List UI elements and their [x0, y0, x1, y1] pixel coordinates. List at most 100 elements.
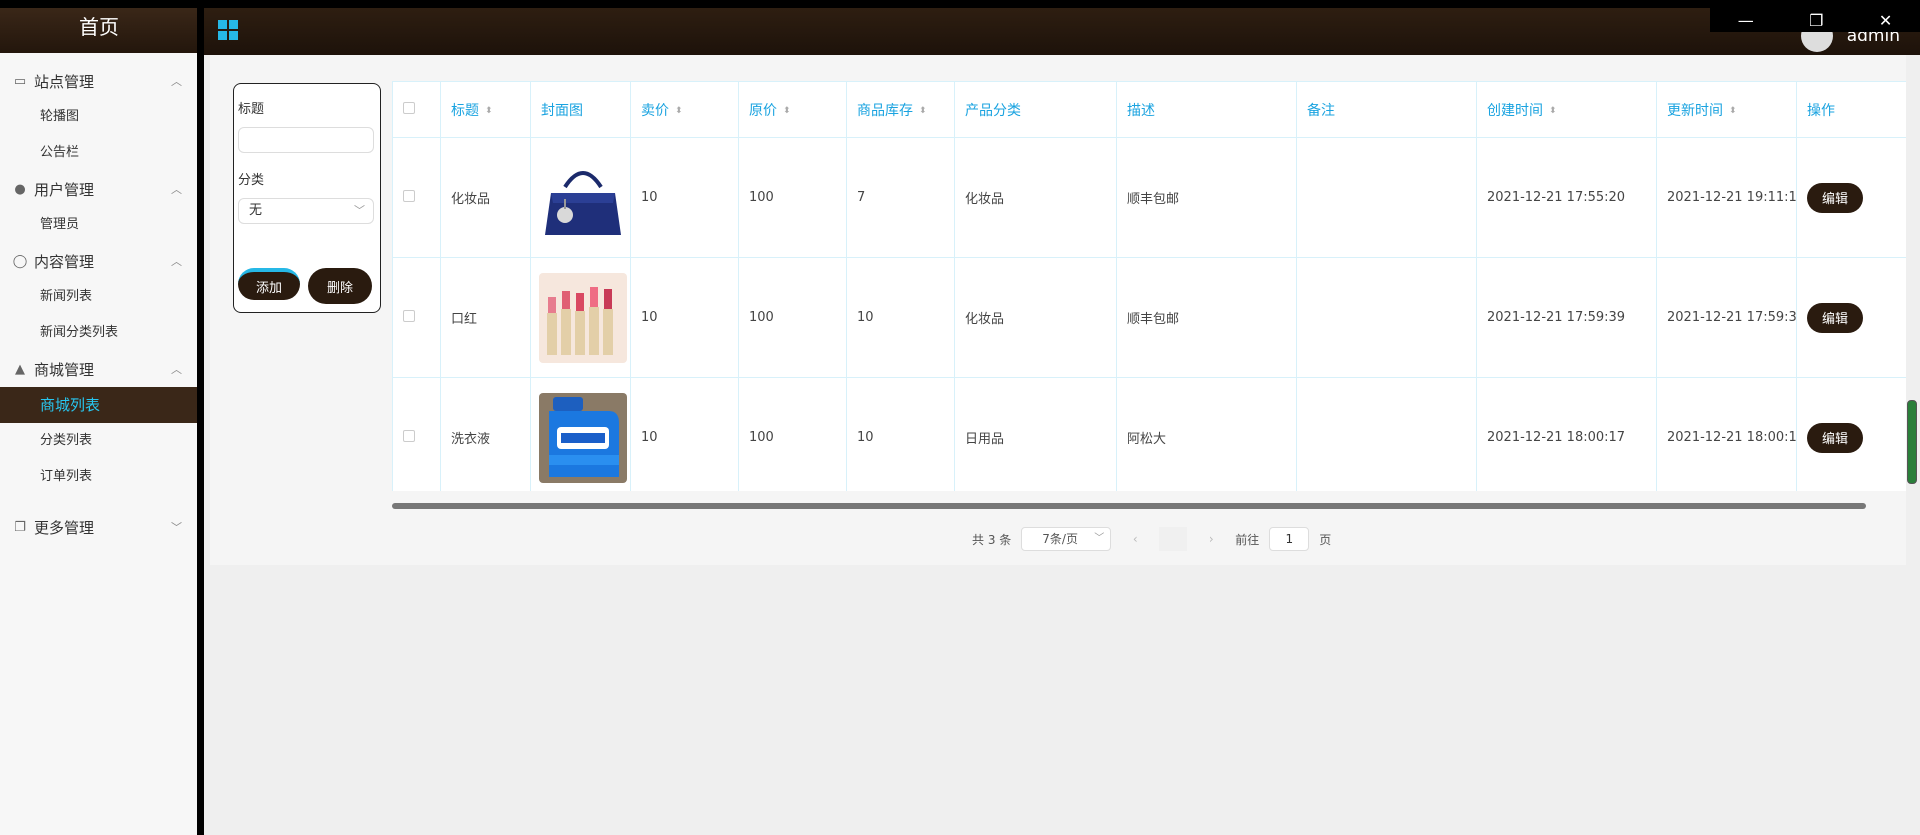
page-suffix: 页: [1319, 532, 1332, 547]
sidebar-item-admin[interactable]: 管理员: [0, 207, 198, 243]
column-header-original[interactable]: 原价 ⬍: [738, 81, 847, 138]
cell-updated: 2021-12-21 19:11:1: [1656, 137, 1797, 258]
monitor-icon: ▭: [13, 73, 27, 89]
sidebar-group-content[interactable]: ◯ 内容管理 ︿: [0, 243, 198, 279]
row-checkbox[interactable]: [403, 429, 415, 442]
delete-button[interactable]: 删除: [308, 268, 372, 304]
cell-note: [1296, 257, 1477, 378]
column-header-price[interactable]: 卖价 ⬍: [630, 81, 739, 138]
goto-label: 前往: [1235, 532, 1260, 547]
cell-price: 10: [630, 377, 739, 491]
column-header-title[interactable]: 标题 ⬍: [440, 81, 531, 138]
handbag-image: [539, 152, 627, 243]
sort-icon[interactable]: ⬍: [675, 106, 683, 116]
sort-icon[interactable]: ⬍: [485, 106, 493, 116]
app-screen: 首页 ▭ 站点管理 ︿ 轮播图 公告栏 ● 用户管理 ︿ 管理员 ◯ 内容管理 …: [0, 8, 1920, 835]
column-header-stock[interactable]: 商品库存 ⬍: [846, 81, 955, 138]
cell-desc: 顺丰包邮: [1116, 257, 1297, 378]
sidebar-home[interactable]: 首页: [0, 8, 198, 53]
table-row: 化妆品 10 100 7 化妆品 顺丰包邮 2021-12-21 17:55:2…: [392, 137, 1906, 258]
sidebar-group-label: 用户管理: [34, 180, 95, 199]
cell-cover: [530, 137, 631, 258]
sidebar-item-carousel[interactable]: 轮播图: [0, 99, 198, 135]
window-controls: — ❐ ✕: [1710, 8, 1920, 32]
sidebar-group-site[interactable]: ▭ 站点管理 ︿: [0, 63, 198, 99]
main-content: 标题 分类 无 ﹀ 添加 删除 标题 ⬍ 封面图 卖价 ⬍ 原价 ⬍ 商品库存 …: [210, 55, 1906, 565]
column-header-cover: 封面图: [530, 81, 631, 138]
add-button[interactable]: 添加: [238, 268, 300, 300]
column-header-category: 产品分类: [954, 81, 1117, 138]
sidebar-item-category-list[interactable]: 分类列表: [0, 423, 198, 459]
table-row: 口红 10 100 10 化妆品 顺丰包邮 2021-12-21 17:59:3…: [392, 257, 1906, 378]
row-checkbox[interactable]: [403, 189, 415, 202]
table-header-row: 标题 ⬍ 封面图 卖价 ⬍ 原价 ⬍ 商品库存 ⬍ 产品分类 描述 备注 创建时间 ⬍ 更…: [392, 81, 1906, 138]
prev-page-icon[interactable]: ‹: [1121, 527, 1149, 551]
category-label: 分类: [238, 173, 265, 188]
goto-page-input[interactable]: 1: [1269, 527, 1310, 551]
cell-title: 洗衣液: [440, 377, 531, 491]
close-icon[interactable]: ✕: [1879, 11, 1892, 30]
chevron-up-icon: ︿: [171, 255, 182, 268]
minimize-icon[interactable]: —: [1738, 11, 1754, 30]
sidebar-item-news-category[interactable]: 新闻分类列表: [0, 315, 198, 351]
cell-updated: 2021-12-21 17:59:3: [1656, 257, 1797, 378]
cell-title: 化妆品: [440, 137, 531, 258]
sidebar-item-shop-list[interactable]: 商城列表: [0, 387, 198, 423]
vertical-scrollbar[interactable]: [1907, 400, 1917, 484]
cell-created: 2021-12-21 17:59:39: [1476, 257, 1657, 378]
sort-icon[interactable]: ⬍: [1729, 106, 1737, 116]
sidebar-group-shop[interactable]: ▲ 商城管理 ︿: [0, 351, 198, 387]
sidebar-item-notice[interactable]: 公告栏: [0, 135, 198, 171]
sidebar-item-order-list[interactable]: 订单列表: [0, 459, 198, 495]
sidebar-group-user[interactable]: ● 用户管理 ︿: [0, 171, 198, 207]
cell-category: 化妆品: [954, 137, 1117, 258]
edit-button[interactable]: 编辑: [1807, 422, 1863, 453]
product-table: 标题 ⬍ 封面图 卖价 ⬍ 原价 ⬍ 商品库存 ⬍ 产品分类 描述 备注 创建时间 ⬍ 更…: [392, 81, 1906, 491]
cell-cover: [530, 377, 631, 491]
sidebar-item-news[interactable]: 新闻列表: [0, 279, 198, 315]
chevron-down-icon: ﹀: [354, 204, 365, 217]
sort-icon[interactable]: ⬍: [1549, 106, 1557, 116]
chevron-down-icon: ﹀: [1094, 533, 1105, 544]
sort-icon[interactable]: ⬍: [919, 106, 927, 116]
cell-desc: 阿松大: [1116, 377, 1297, 491]
cell-original: 100: [738, 257, 847, 378]
row-checkbox[interactable]: [403, 309, 415, 322]
cell-stock: 10: [846, 257, 955, 378]
select-all-checkbox[interactable]: [403, 101, 415, 114]
cell-original: 100: [738, 377, 847, 491]
next-page-icon[interactable]: ›: [1197, 527, 1225, 551]
cell-category: 日用品: [954, 377, 1117, 491]
edit-button[interactable]: 编辑: [1807, 302, 1863, 333]
page-number-empty[interactable]: [1159, 527, 1188, 551]
sidebar-group-label: 站点管理: [34, 72, 95, 91]
restore-icon[interactable]: ❐: [1809, 11, 1823, 30]
sidebar-group-label: 商城管理: [34, 360, 95, 379]
user-icon: ●: [14, 181, 26, 197]
cell-stock: 7: [846, 137, 955, 258]
category-select[interactable]: 无 ﹀: [238, 198, 374, 224]
cell-price: 10: [630, 137, 739, 258]
lipstick-image: [539, 272, 627, 363]
menu-grid-icon[interactable]: [218, 20, 238, 40]
detergent-image: [539, 392, 627, 483]
sidebar-group-label: 更多管理: [34, 518, 95, 537]
page-size-select[interactable]: 7条/页 ﹀: [1021, 527, 1112, 551]
shop-icon: ▲: [15, 361, 25, 377]
cell-note: [1296, 137, 1477, 258]
title-input[interactable]: [238, 127, 374, 153]
cell-updated: 2021-12-21 18:00:1: [1656, 377, 1797, 491]
table-row: 洗衣液 10 100 10 日用品 阿松大 2021-12-21 18:00:1…: [392, 377, 1906, 491]
cell-stock: 10: [846, 377, 955, 491]
sidebar-group-more[interactable]: ❐ 更多管理 ﹀: [0, 509, 198, 545]
column-header-updated[interactable]: 更新时间 ⬍: [1656, 81, 1797, 138]
sort-icon[interactable]: ⬍: [783, 106, 791, 116]
sidebar-group-label: 内容管理: [34, 252, 95, 271]
edit-button[interactable]: 编辑: [1807, 182, 1863, 213]
chevron-up-icon: ︿: [171, 183, 182, 196]
horizontal-scrollbar[interactable]: [392, 503, 1866, 509]
cell-desc: 顺丰包邮: [1116, 137, 1297, 258]
chat-icon: ◯: [12, 253, 28, 269]
column-header-created[interactable]: 创建时间 ⬍: [1476, 81, 1657, 138]
pagination: 共 3 条 7条/页 ﹀ ‹ › 前往 1 页: [972, 527, 1331, 551]
